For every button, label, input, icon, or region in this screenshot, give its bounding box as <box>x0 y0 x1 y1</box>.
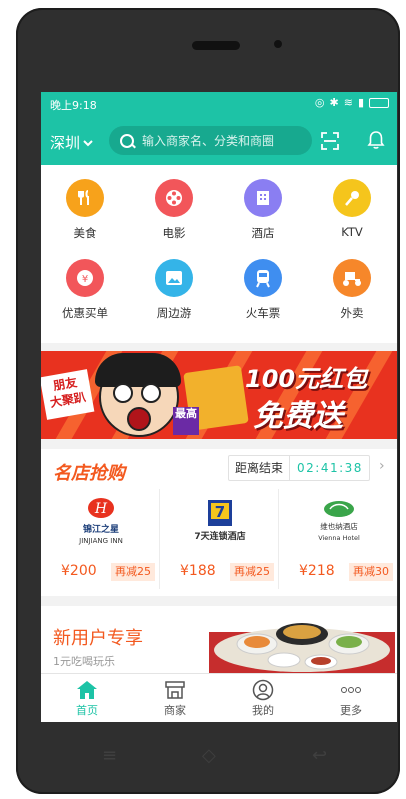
film-reel-icon <box>155 179 193 217</box>
category-hotel[interactable]: 酒店 <box>223 179 303 241</box>
category-coupon[interactable]: ¥ 优惠买单 <box>45 259 125 321</box>
shop-price: ¥218 <box>299 563 335 579</box>
new-user-title: 新用户专享 <box>53 628 143 649</box>
scan-icon[interactable] <box>321 132 339 150</box>
alarm-icon: ◎ <box>314 96 325 109</box>
category-label: 美食 <box>73 226 97 240</box>
tab-label: 商家 <box>164 704 186 717</box>
category-takeout[interactable]: 外卖 <box>312 259 392 321</box>
banner-subheadline: 免费送 <box>253 399 343 434</box>
banner-headline: 100元红包 <box>245 365 368 393</box>
discount-badge: 再减25 <box>230 563 274 581</box>
discount-badge: 再减30 <box>349 563 393 581</box>
category-movie[interactable]: 电影 <box>134 179 214 241</box>
chevron-down-icon <box>83 139 93 146</box>
back-icon[interactable]: ↩ <box>312 745 327 766</box>
food-platter-illustration <box>209 623 395 676</box>
shop-logo: 7 7天连锁酒店 <box>162 491 278 549</box>
search-bar[interactable]: 输入商家名、分类和商圈 <box>109 126 312 155</box>
search-icon <box>120 133 134 148</box>
category-travel[interactable]: 周边游 <box>134 259 214 321</box>
train-icon <box>244 259 282 297</box>
jinjiang-logo-icon: H <box>88 497 114 518</box>
coupon-icon: ¥ <box>66 259 104 297</box>
search-placeholder: 输入商家名、分类和商圈 <box>142 134 275 148</box>
shop-price: ¥200 <box>61 563 97 579</box>
shop-logo: H 锦江之星 JINJIANG INN <box>43 491 159 549</box>
city-selector[interactable]: 深圳 <box>50 132 94 153</box>
user-icon <box>233 678 293 702</box>
new-user-subtitle: 1元吃喝玩乐 <box>53 655 115 668</box>
category-label: 电影 <box>162 226 186 240</box>
category-food[interactable]: 美食 <box>45 179 125 241</box>
bell-icon[interactable] <box>367 130 385 150</box>
fork-knife-icon <box>66 179 104 217</box>
section-title: 名店抢购 <box>53 463 125 484</box>
store-icon <box>145 678 205 702</box>
category-label: KTV <box>341 225 363 239</box>
more-dots-icon <box>321 678 381 702</box>
shop-card[interactable]: 维也纳酒店 Vienna Hotel ¥218 再减30 <box>281 491 397 587</box>
category-train[interactable]: 火车票 <box>223 259 303 321</box>
category-label: 火车票 <box>245 306 281 320</box>
mountain-icon <box>155 259 193 297</box>
countdown-box: 距离结束 02:41:38 <box>228 455 370 481</box>
category-label: 优惠买单 <box>62 306 108 320</box>
banner-most-tag: 最高 <box>173 407 199 435</box>
microphone-icon <box>333 179 371 217</box>
promo-banner[interactable]: 朋友 大聚趴 最高 100元红包 免费送 <box>41 351 397 439</box>
banner-corner-tag: 朋友 大聚趴 <box>41 369 95 420</box>
shop-name-en: JINJIANG INN <box>79 536 123 545</box>
shop-price: ¥188 <box>180 563 216 579</box>
tab-mine[interactable]: 我的 <box>233 678 293 718</box>
battery-icon <box>369 97 389 108</box>
signal-icon: ▮ <box>357 96 364 109</box>
scooter-icon <box>333 259 371 297</box>
shop-name: 7天连锁酒店 <box>194 531 246 542</box>
bluetooth-icon: ✱ <box>329 96 339 109</box>
shop-card[interactable]: 7 7天连锁酒店 ¥188 再减25 <box>162 491 278 587</box>
shop-name-en: Vienna Hotel <box>318 533 360 542</box>
category-ktv[interactable]: KTV <box>312 179 392 239</box>
tab-more[interactable]: 更多 <box>321 678 381 718</box>
seven-days-logo-icon: 7 <box>208 499 232 526</box>
status-time: 晚上9:18 <box>50 99 97 112</box>
famous-shops-section: 名店抢购 距离结束 02:41:38 › H 锦江之星 JINJIANG INN… <box>41 449 397 596</box>
category-label: 周边游 <box>156 306 192 320</box>
category-label: 酒店 <box>251 226 275 240</box>
countdown-label: 距离结束 <box>229 456 291 480</box>
wifi-icon: ≋ <box>343 96 353 109</box>
menu-icon[interactable]: ≡ <box>102 745 117 766</box>
tab-label: 更多 <box>340 704 362 717</box>
vienna-logo-icon <box>324 500 354 517</box>
phone-speaker <box>192 41 240 50</box>
category-label: 外卖 <box>340 306 364 320</box>
chevron-right-icon[interactable]: › <box>379 458 385 474</box>
building-icon <box>244 179 282 217</box>
tab-home[interactable]: 首页 <box>57 678 117 718</box>
svg-text:H: H <box>94 501 108 517</box>
app-screen: 晚上9:18 ◎ ✱ ≋ ▮ 深圳 输入商家名、分类和商圈 美食 电影 酒店 K… <box>41 92 397 722</box>
shop-card[interactable]: H 锦江之星 JINJIANG INN ¥200 再减25 <box>43 491 159 587</box>
tab-merchants[interactable]: 商家 <box>145 678 205 718</box>
phone-camera <box>274 40 282 48</box>
tab-label: 我的 <box>252 704 274 717</box>
status-icons: ◎ ✱ ≋ ▮ <box>315 96 389 109</box>
shop-name: 锦江之星 <box>82 524 119 535</box>
tab-label: 首页 <box>76 704 98 717</box>
home-key-icon[interactable]: ◇ <box>202 745 216 766</box>
bottom-tab-bar: 首页 商家 我的 更多 <box>41 673 397 722</box>
shop-name: 维也纳酒店 <box>320 521 358 531</box>
city-label: 深圳 <box>50 134 81 152</box>
svg-text:¥: ¥ <box>82 274 88 285</box>
svg-text:7: 7 <box>215 503 225 521</box>
home-icon <box>57 678 117 702</box>
countdown-timer: 02:41:38 <box>297 461 363 475</box>
new-user-section[interactable]: 新用户专享 1元吃喝玩乐 <box>41 606 397 676</box>
category-grid: 美食 电影 酒店 KTV ¥ 优惠买单 周边游 火车票 外卖 <box>41 165 397 409</box>
app-header: 晚上9:18 ◎ ✱ ≋ ▮ 深圳 输入商家名、分类和商圈 <box>41 92 397 165</box>
shop-logo: 维也纳酒店 Vienna Hotel <box>281 491 397 549</box>
phone-nav-bar: ≡ ◇ ↩ <box>16 741 400 771</box>
discount-badge: 再减25 <box>111 563 155 581</box>
